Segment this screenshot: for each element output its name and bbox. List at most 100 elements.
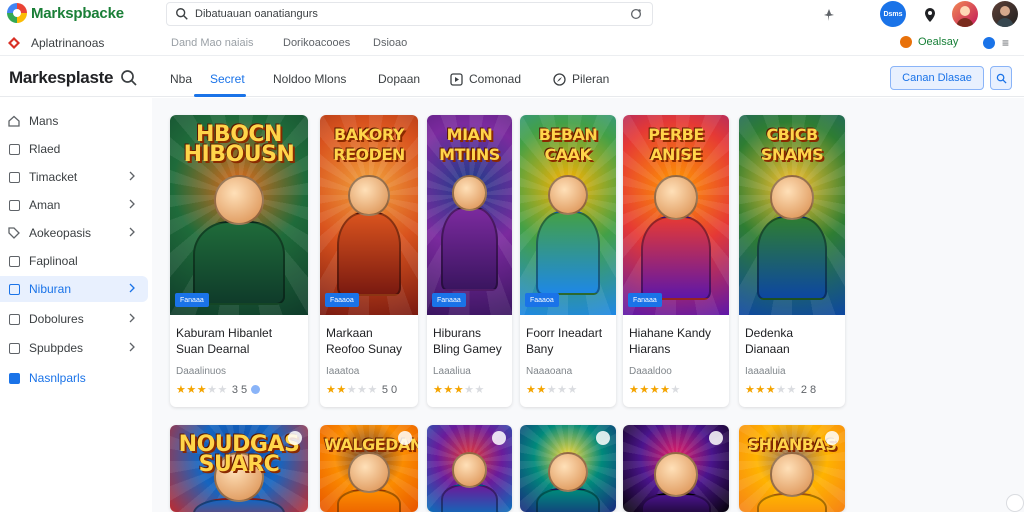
create-button[interactable]: Canan Dlasae: [890, 66, 984, 90]
more-icon[interactable]: ≡: [1002, 36, 1009, 50]
search-icon[interactable]: [120, 69, 138, 87]
avatar[interactable]: [992, 1, 1018, 27]
scroll-button[interactable]: [1006, 494, 1024, 512]
card-title[interactable]: Markaan Reofoo Sunay: [326, 325, 412, 357]
character-body: [441, 483, 498, 512]
card-publisher: Iaaaaluia: [745, 366, 786, 377]
game-artwork: MIAN MTIINS: [427, 115, 512, 315]
tab-dopaan[interactable]: Dopaan: [378, 72, 420, 86]
square-icon: [8, 313, 20, 325]
game-artwork: PERBE ANISE: [623, 115, 729, 315]
bookmark-item[interactable]: Dsioao: [373, 37, 407, 49]
character-body: [641, 215, 711, 300]
sidebar-item-timacket[interactable]: Timacket: [0, 164, 148, 190]
card-title[interactable]: Foorr Ineadart Bany: [526, 325, 610, 357]
bookmark-bar: Aplatrinanoas Dand Mao naiais Dorikoacoo…: [0, 30, 1024, 56]
sidebar-item-nasnlparls[interactable]: Nasnlparls: [0, 365, 148, 391]
card-title[interactable]: Hiburans Bling Gamey: [433, 325, 506, 357]
bookmark-item[interactable]: Dand Mao naiais: [171, 37, 254, 49]
badge-icon: [596, 431, 610, 445]
card-publisher: Iaaatoa: [326, 366, 360, 377]
product-card[interactable]: [520, 425, 616, 512]
star-rating-icon: ★★★★★: [326, 384, 378, 396]
sidebar-item-faplinoal[interactable]: Faplinoal: [0, 248, 148, 274]
product-card[interactable]: [427, 425, 512, 512]
sidebar-item-mans[interactable]: Mans: [0, 108, 148, 134]
bookmark-item[interactable]: Dorikoacooes: [283, 37, 350, 49]
tab-label: Nba: [170, 72, 193, 86]
location-pin-icon[interactable]: [919, 4, 941, 26]
product-card[interactable]: [623, 425, 729, 512]
tab-label: Pileran: [572, 72, 610, 86]
tab-noldoo-mlons[interactable]: Noldoo Mlons: [273, 72, 346, 86]
artwork-title: CBICB SNAMS: [760, 125, 824, 164]
card-publisher: Daaaldoo: [629, 366, 672, 377]
bookmark-item[interactable]: Aplatrinanoas: [31, 36, 104, 50]
product-card[interactable]: MIAN MTIINS Fanaaa Hiburans Bling Gamey Laa…: [427, 115, 512, 407]
tab-comonad[interactable]: Comonad: [450, 72, 521, 86]
character-body: [336, 212, 402, 297]
page-title: Markesplaste: [9, 68, 114, 87]
product-card[interactable]: NOUDGAS SUARC: [170, 425, 308, 512]
tab-nba[interactable]: Nba: [170, 72, 192, 86]
product-card[interactable]: HBOCN HIBOUSN Fanaaa Kaburam Hibanlet Suan…: [170, 115, 308, 407]
app-logo[interactable]: Markspbacke: [7, 3, 124, 23]
status-badge: Fanaaa: [432, 293, 466, 307]
card-title[interactable]: Kaburam Hibanlet Suan Dearnal: [176, 325, 302, 357]
tab-pileran[interactable]: Pileran: [553, 72, 609, 86]
status-badge: Faaaoa: [525, 293, 559, 307]
tab-secret[interactable]: Secret: [210, 72, 245, 86]
avatar[interactable]: Dsms: [880, 1, 906, 27]
sidebar-item-label: Rlaed: [29, 142, 61, 156]
square-icon: [8, 199, 20, 211]
card-title[interactable]: Hiahane Kandy Hiarans: [629, 325, 723, 357]
product-card[interactable]: CBICB SNAMS Dedenka Dianaan Iaaaaluia ★★★★★…: [739, 115, 845, 407]
sidebar-item-dobolures[interactable]: Dobolures: [0, 306, 148, 332]
search-icon[interactable]: [990, 66, 1012, 90]
product-card[interactable]: PERBE ANISE Fanaaa Hiahane Kandy Hiarans Da…: [623, 115, 729, 407]
artwork-title: BEBAN CAAK: [538, 125, 598, 164]
lens-icon[interactable]: [629, 7, 643, 21]
account-label: Oealsay: [918, 36, 959, 48]
avatar[interactable]: [952, 1, 978, 27]
card-rating: ★★★★★ 3 5: [176, 383, 261, 396]
tab-label: Comonad: [469, 72, 522, 86]
status-badge: Fanaaa: [175, 293, 209, 307]
logo-icon: [7, 3, 27, 23]
character-head: [653, 452, 699, 497]
global-search-input[interactable]: [195, 8, 615, 20]
character-body: [536, 211, 600, 296]
badge-icon: [709, 431, 723, 445]
card-rating: ★★★★★ 2 8: [745, 383, 816, 397]
global-search-bar[interactable]: [166, 2, 653, 26]
product-card[interactable]: WALGEDAN: [320, 425, 418, 512]
product-card[interactable]: BEBAN CAAK Faaaoa Foorr Ineadart Bany Naaao…: [520, 115, 616, 407]
card-publisher: Laaaliua: [433, 366, 471, 377]
card-title[interactable]: Dedenka Dianaan: [745, 325, 839, 357]
product-card[interactable]: BAKORY REODEN Faaaoa Markaan Reofoo Sunay I…: [320, 115, 418, 407]
game-artwork: BAKORY REODEN: [320, 115, 418, 315]
card-rating: ★★★★★: [433, 383, 485, 396]
square-icon: [8, 171, 20, 183]
character-head: [653, 175, 699, 220]
artwork-title: HBOCN HIBOUSN: [183, 122, 295, 167]
sidebar-item-aokeopasis[interactable]: Aokeopasis: [0, 220, 148, 246]
account-chip[interactable]: Oealsay: [900, 36, 958, 48]
game-artwork: CBICB SNAMS: [739, 115, 845, 315]
character-head: [769, 452, 815, 497]
sidebar-item-niburan[interactable]: Niburan: [0, 276, 148, 302]
character-body: [441, 206, 498, 291]
sidebar: Mans Rlaed Timacket Aman Aokeopasis Fapl…: [0, 98, 152, 512]
info-icon[interactable]: [983, 37, 995, 49]
card-publisher: Naaaoana: [526, 366, 573, 377]
sidebar-item-aman[interactable]: Aman: [0, 192, 148, 218]
sidebar-item-rlaed[interactable]: Rlaed: [0, 136, 148, 162]
chevron-right-icon: [129, 313, 135, 323]
product-card[interactable]: SHIANBAS: [739, 425, 845, 512]
sidebar-item-label: Dobolures: [29, 312, 84, 326]
person-icon: [996, 6, 1014, 27]
badge-icon: [288, 431, 302, 445]
pin-icon[interactable]: [818, 4, 840, 26]
artwork-title: NOUDGAS SUARC: [178, 432, 300, 477]
sidebar-item-spubpdes[interactable]: Spubpdes: [0, 335, 148, 361]
